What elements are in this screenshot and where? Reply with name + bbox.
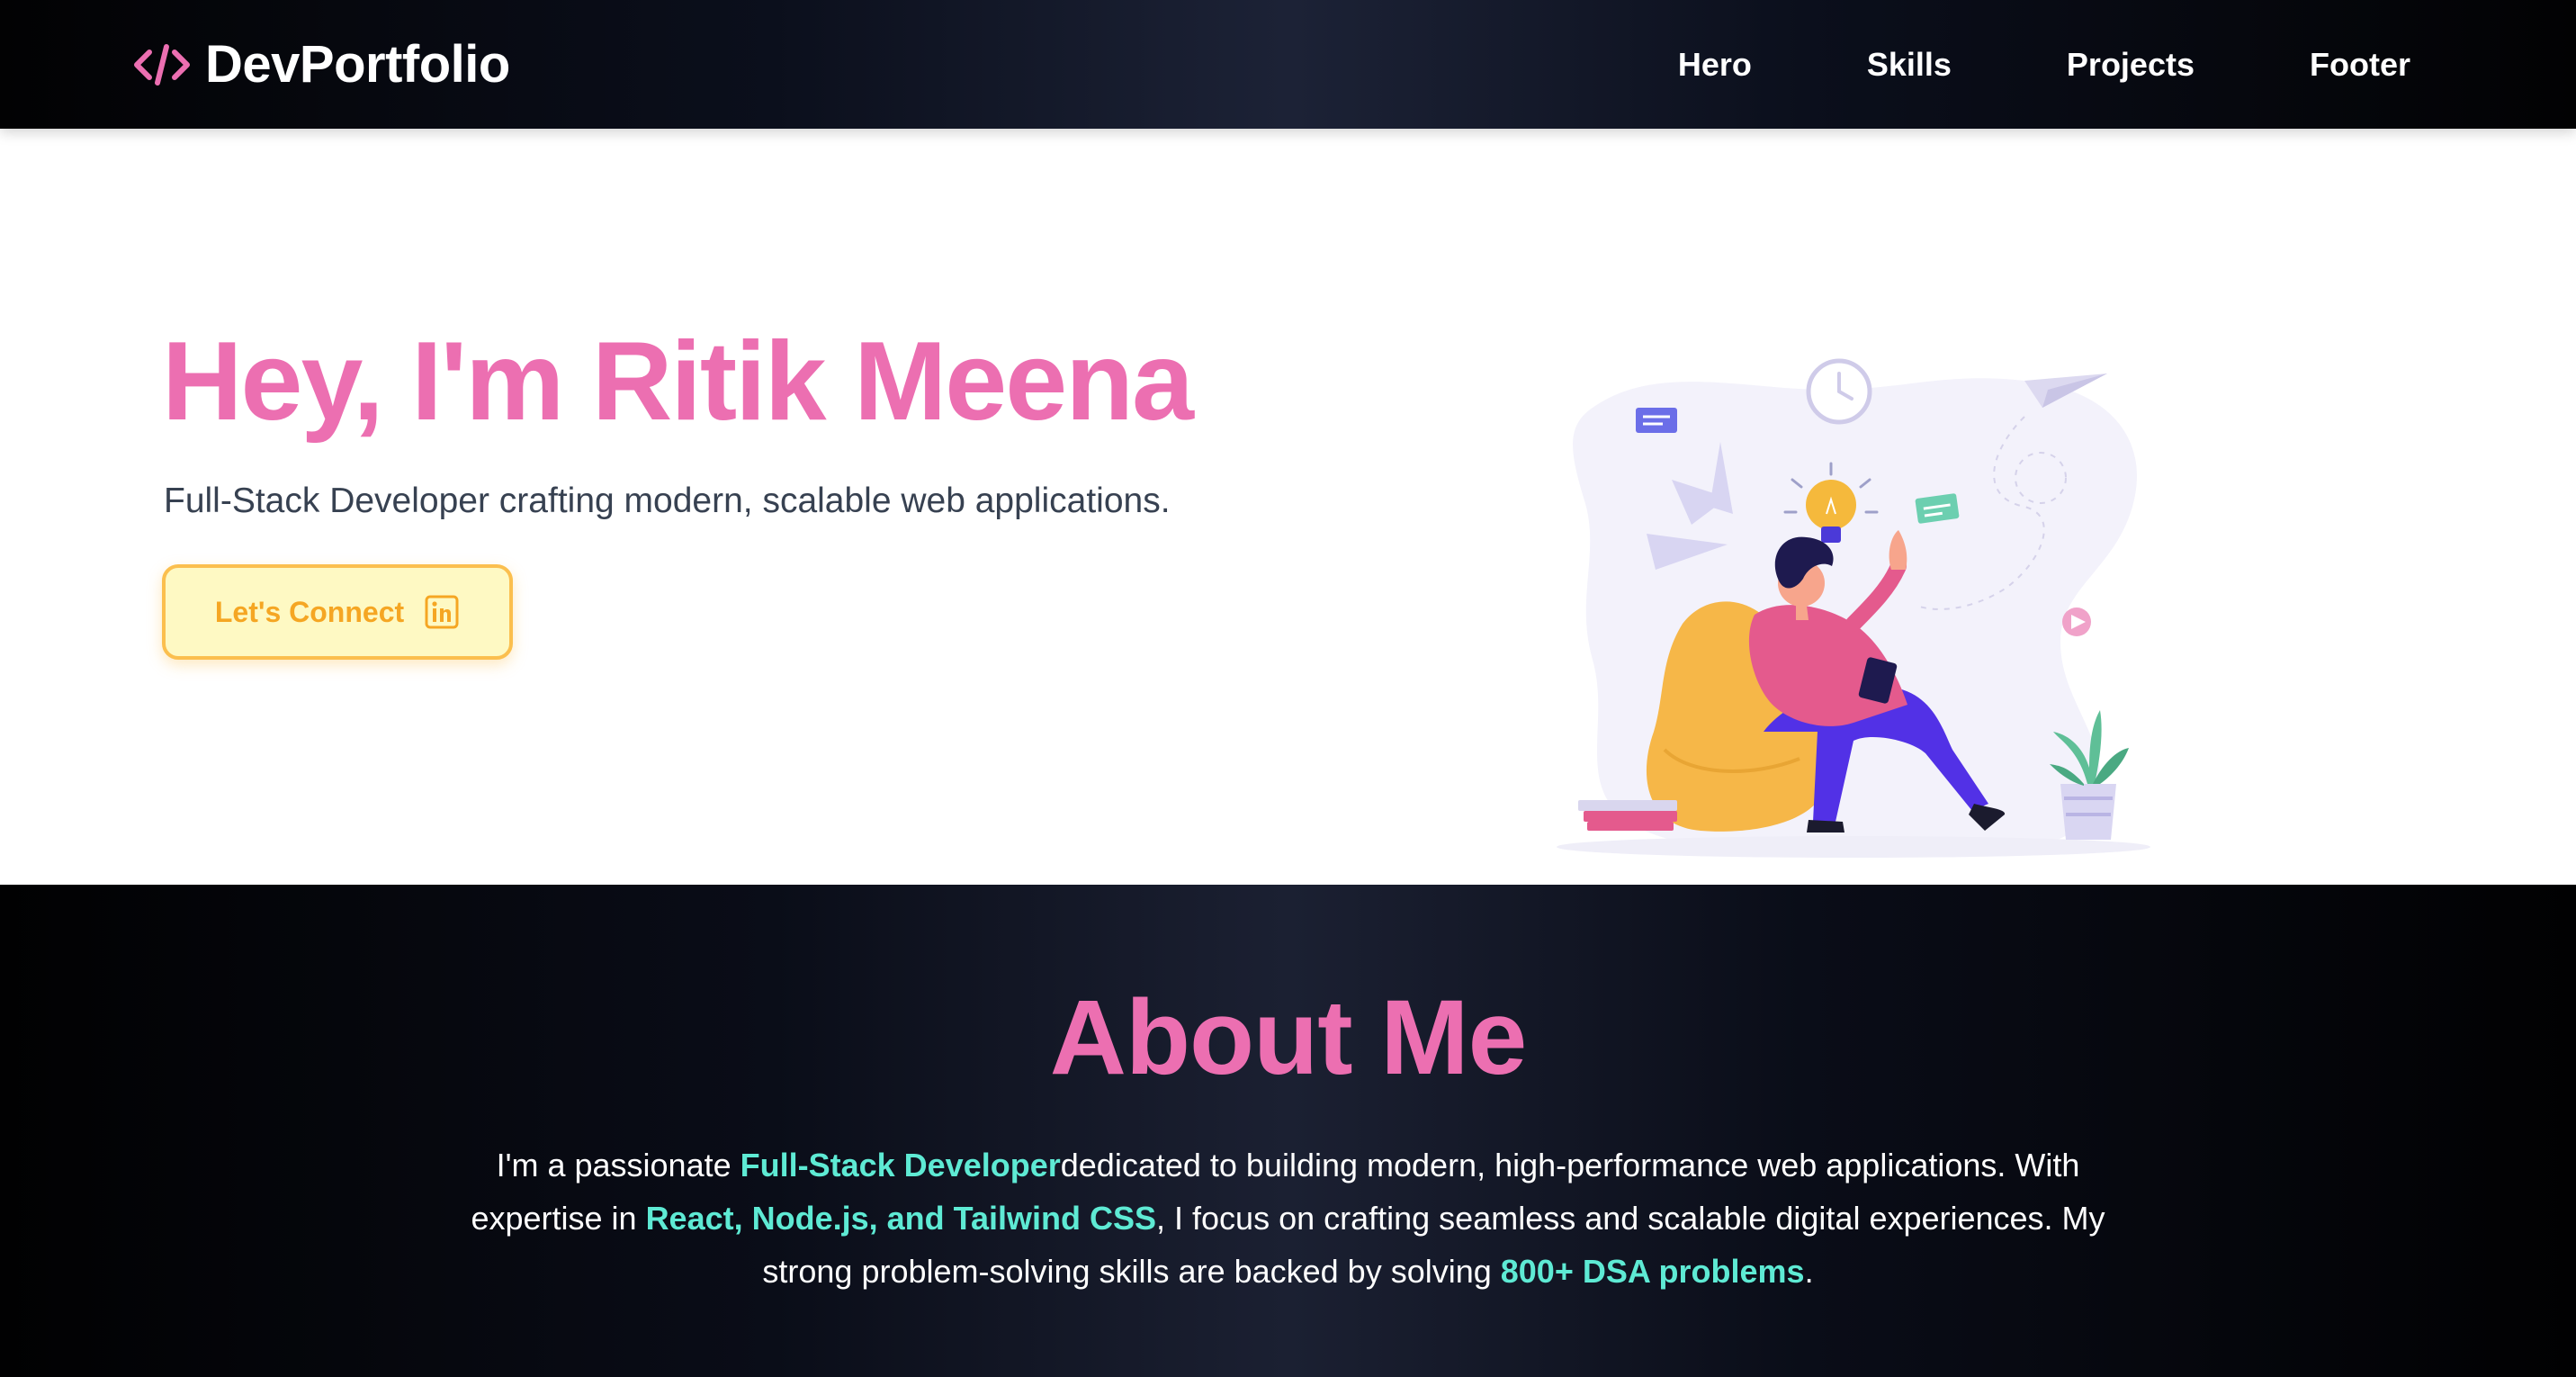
about-title: About Me: [1049, 978, 1527, 1097]
highlight-full-stack-developer: Full-Stack Developer: [740, 1147, 1061, 1184]
nav-link-footer[interactable]: Footer: [2310, 46, 2410, 84]
about-text-part-4: .: [1804, 1253, 1814, 1290]
about-text-part-1: I'm a passionate: [496, 1147, 740, 1184]
navbar: DevPortfolio Hero Skills Projects Footer: [0, 0, 2576, 129]
nav-links: Hero Skills Projects Footer: [1678, 0, 2410, 129]
highlight-dsa-problems: 800+ DSA problems: [1500, 1253, 1805, 1290]
brand-logo[interactable]: DevPortfolio: [133, 0, 510, 129]
about-paragraph: I'm a passionate Full-Stack Developerded…: [450, 1138, 2126, 1298]
nav-link-projects[interactable]: Projects: [2067, 46, 2195, 84]
highlight-tech-stack: React, Node.js, and Tailwind CSS: [645, 1200, 1157, 1237]
hero-subtitle: Full-Stack Developer crafting modern, sc…: [164, 482, 1171, 520]
lets-connect-button[interactable]: Let's Connect: [162, 564, 513, 660]
nav-link-hero[interactable]: Hero: [1678, 46, 1752, 84]
lets-connect-label: Let's Connect: [214, 595, 405, 628]
hero-section: Hey, I'm Ritik Meena Full-Stack Develope…: [0, 129, 2576, 885]
about-section: About Me I'm a passionate Full-Stack Dev…: [0, 885, 2576, 1377]
linkedin-icon: [425, 595, 459, 629]
code-icon: [134, 43, 190, 86]
developer-illustration: [1557, 358, 2150, 858]
hero-title: Hey, I'm Ritik Meena: [162, 320, 1194, 444]
nav-link-skills[interactable]: Skills: [1867, 46, 1952, 84]
brand-name: DevPortfolio: [205, 35, 510, 94]
